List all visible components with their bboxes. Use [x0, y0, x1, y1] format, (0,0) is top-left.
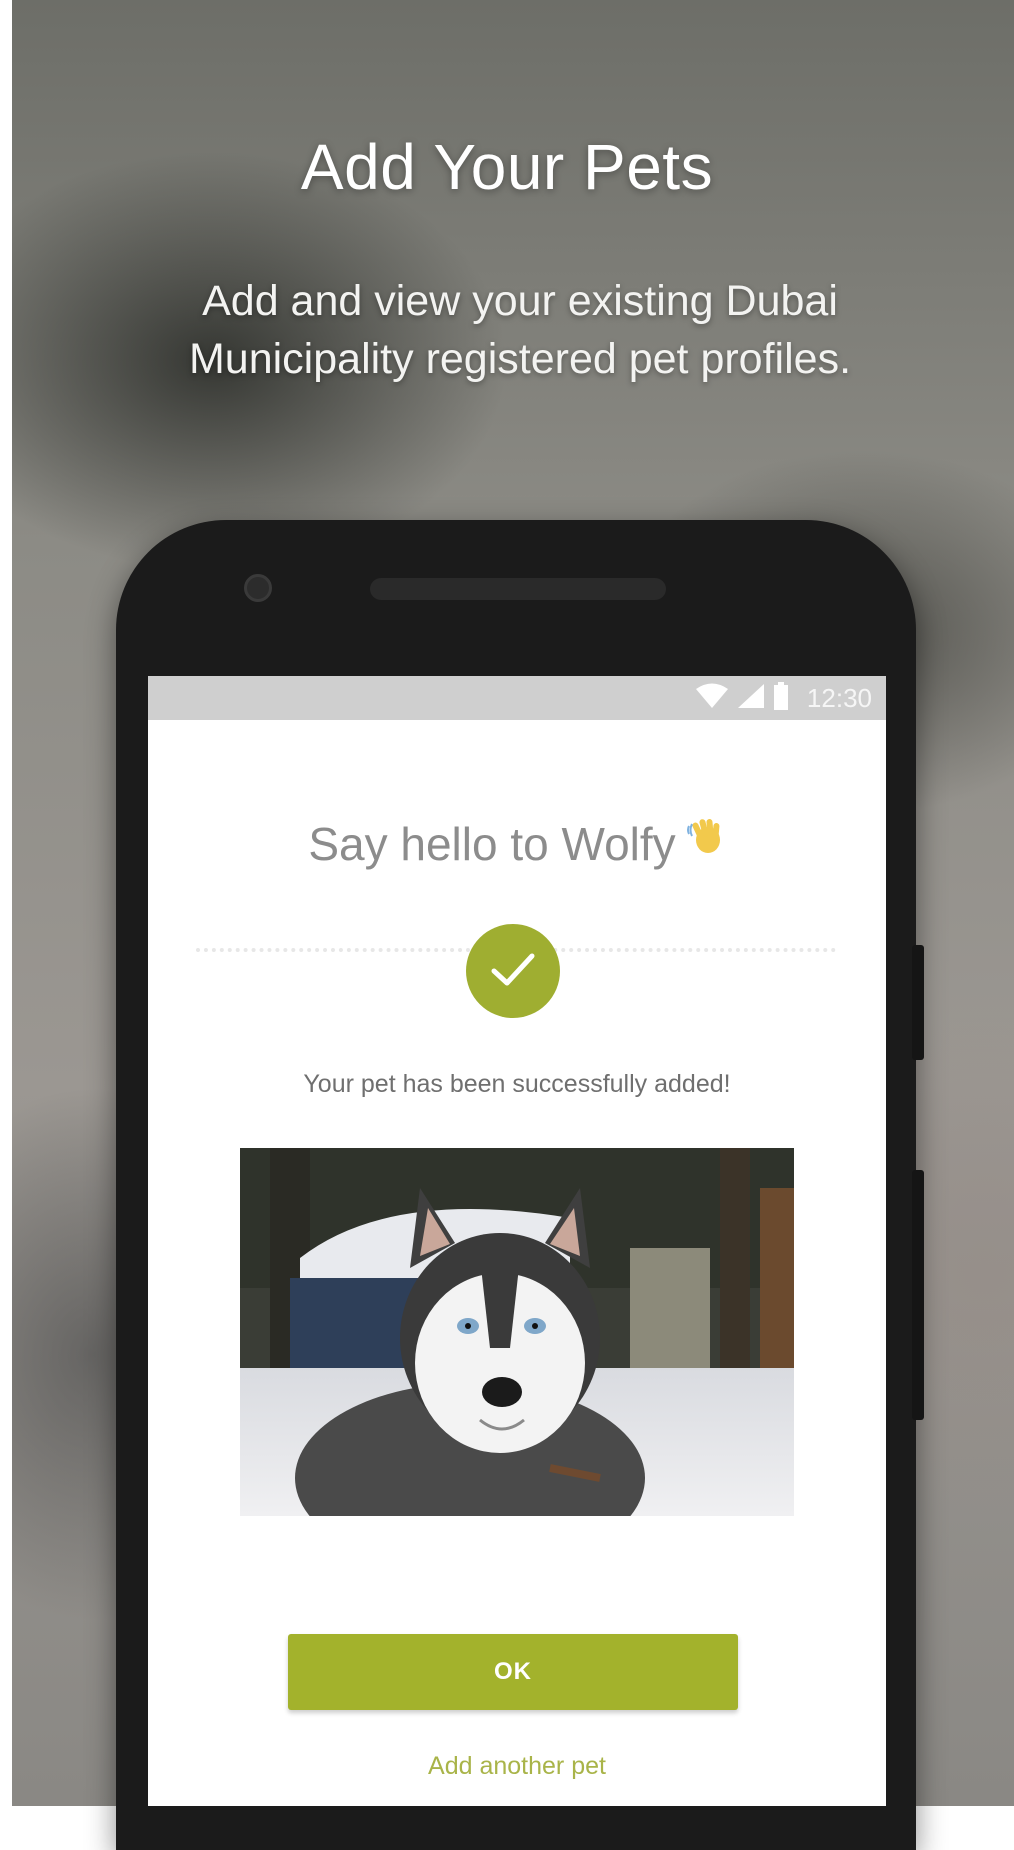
wifi-icon [695, 683, 729, 714]
ok-button[interactable]: OK [288, 1634, 738, 1710]
cellular-signal-icon [737, 683, 765, 714]
status-icons: 12:30 [695, 681, 872, 715]
promo-subtitle: Add and view your existing Dubai Municip… [188, 277, 852, 383]
phone-side-button [912, 945, 924, 1060]
phone-screen: 12:30 Say hello to Wolfy Your pet has be… [148, 676, 886, 1806]
success-message: Your pet has been successfully added! [303, 1070, 731, 1098]
status-bar: 12:30 [148, 676, 886, 720]
waving-hand-icon [686, 816, 726, 866]
greeting-text: Say hello to Wolfy [308, 818, 676, 870]
promo-title: Add Your Pets [300, 131, 714, 203]
front-camera [244, 574, 272, 602]
status-time: 12:30 [806, 682, 872, 713]
greeting-heading: Say hello to Wolfy [148, 816, 886, 871]
page-edge [0, 0, 12, 1806]
phone-speaker [370, 578, 666, 600]
check-circle-icon [466, 924, 560, 1018]
battery-icon [773, 681, 789, 715]
phone-side-button [912, 1170, 924, 1420]
add-another-pet-link[interactable]: Add another pet [148, 1752, 886, 1781]
husky-dog-photo [240, 1148, 794, 1516]
